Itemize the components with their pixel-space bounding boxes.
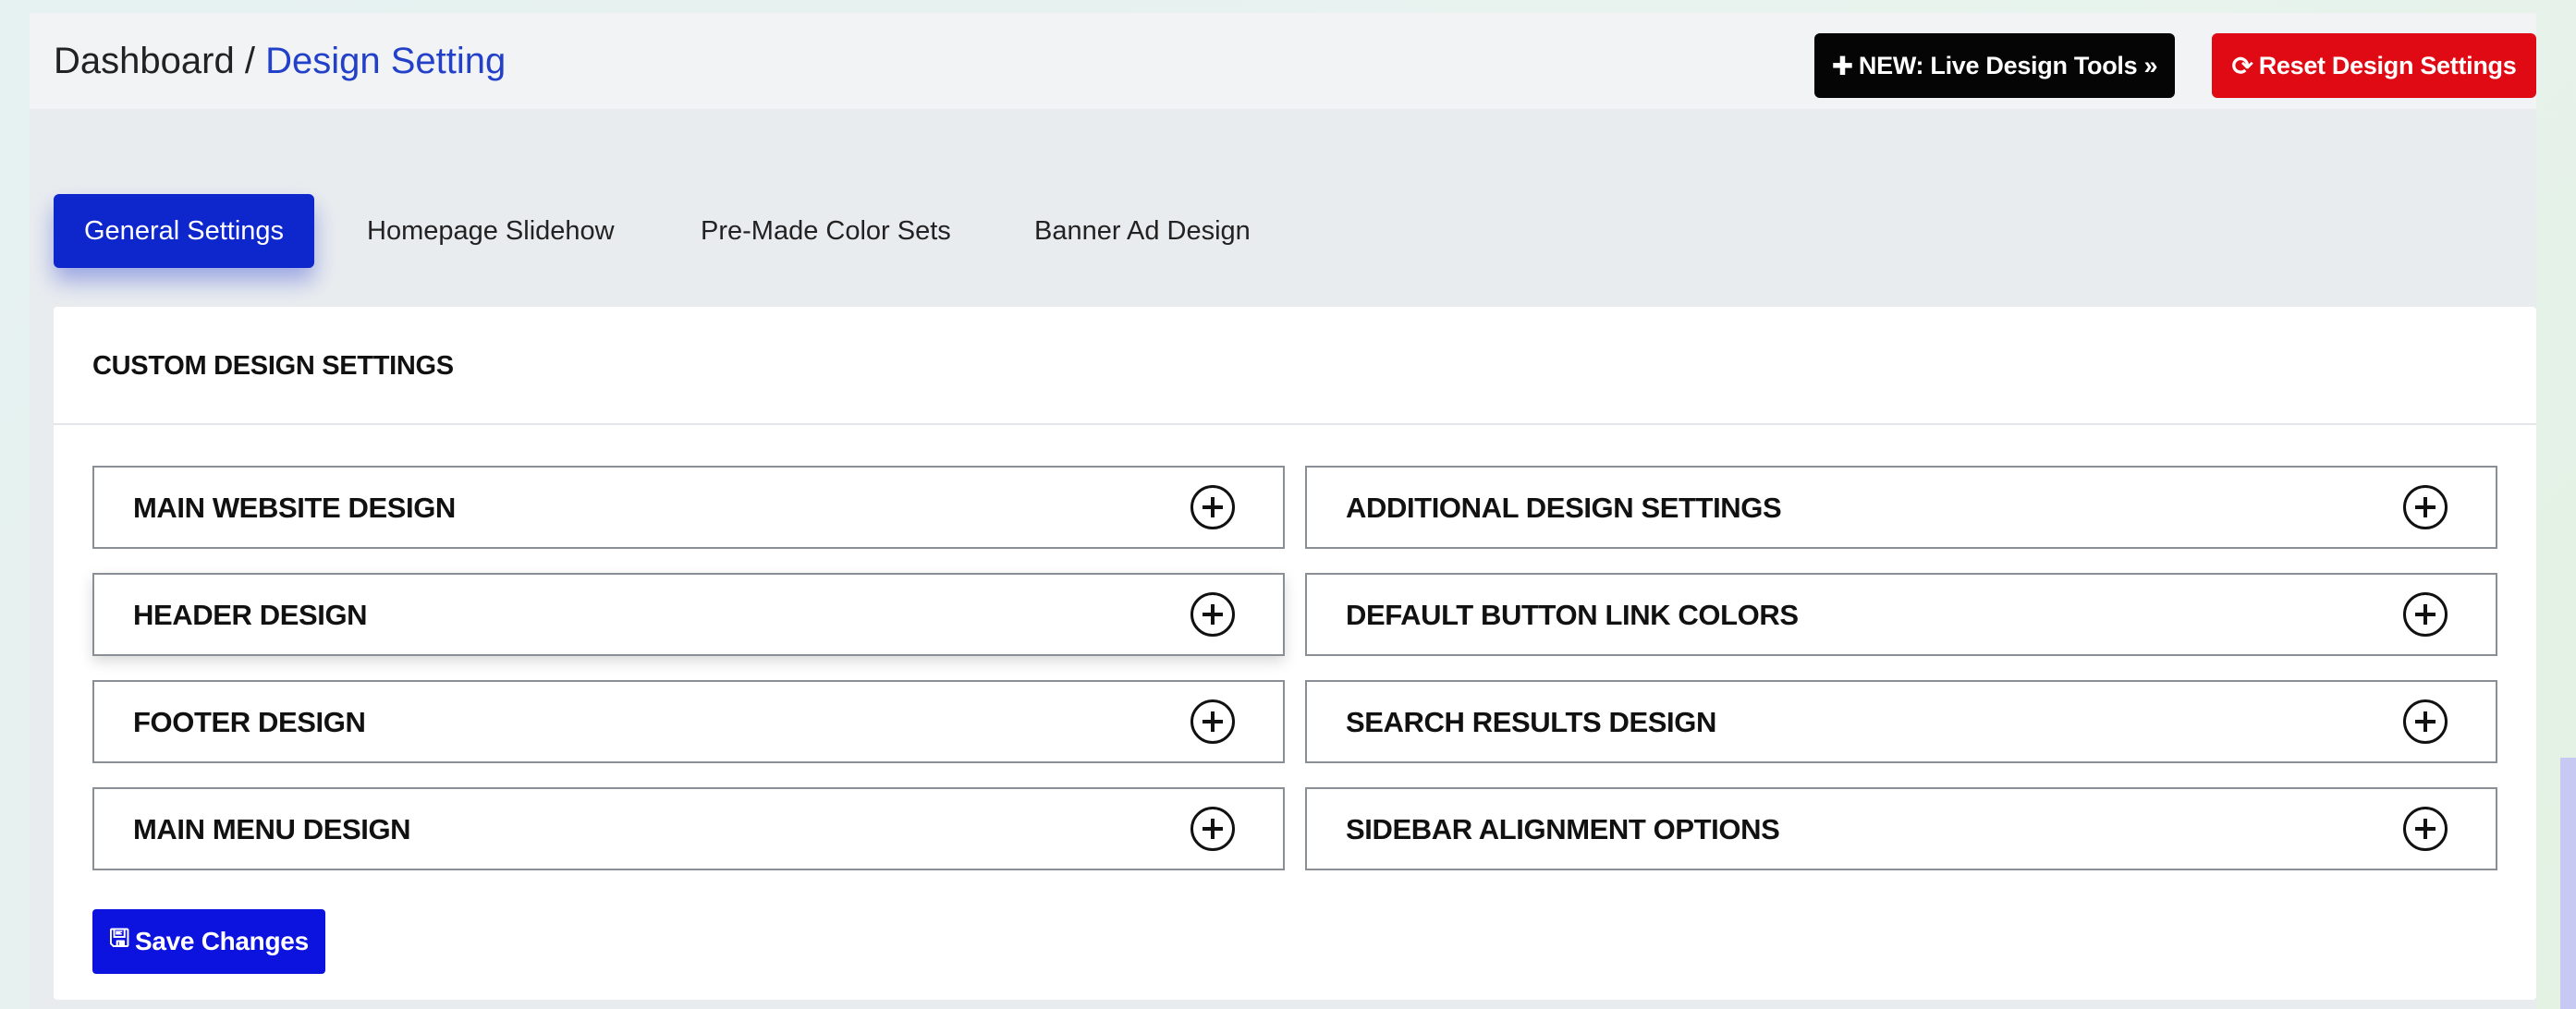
panel-default-button-link-colors[interactable]: DEFAULT BUTTON LINK COLORS xyxy=(1305,573,2497,656)
panel-label: SIDEBAR ALIGNMENT OPTIONS xyxy=(1346,813,1780,845)
panel-label: MAIN MENU DESIGN xyxy=(133,813,411,845)
custom-design-settings-card: CUSTOM DESIGN SETTINGS MAIN WEBSITE DESI… xyxy=(54,307,2536,1000)
panel-label: FOOTER DESIGN xyxy=(133,706,366,738)
expand-plus-icon[interactable] xyxy=(2403,485,2448,529)
reset-design-settings-button[interactable]: ⟳ Reset Design Settings xyxy=(2212,33,2536,98)
plus-icon: ✚ xyxy=(1831,51,1853,80)
background-edge-accent xyxy=(2560,758,2576,1009)
reset-design-settings-label: Reset Design Settings xyxy=(2258,51,2517,79)
expand-plus-icon[interactable] xyxy=(1190,592,1235,637)
expand-plus-icon[interactable] xyxy=(1190,485,1235,529)
save-changes-label: Save Changes xyxy=(135,927,309,955)
card-header: CUSTOM DESIGN SETTINGS xyxy=(54,307,2536,425)
expand-plus-icon[interactable] xyxy=(2403,592,2448,637)
panel-label: ADDITIONAL DESIGN SETTINGS xyxy=(1346,492,1782,524)
breadcrumb-current: Design Setting xyxy=(265,41,507,81)
tab-banner-ad-design[interactable]: Banner Ad Design xyxy=(1034,194,1251,268)
panel-label: MAIN WEBSITE DESIGN xyxy=(133,492,456,524)
panel-footer-design[interactable]: FOOTER DESIGN xyxy=(92,680,1285,763)
card-title: CUSTOM DESIGN SETTINGS xyxy=(92,351,454,381)
panel-search-results-design[interactable]: SEARCH RESULTS DESIGN xyxy=(1305,680,2497,763)
panel-label: SEARCH RESULTS DESIGN xyxy=(1346,706,1716,738)
top-bar: Dashboard / Design Setting ✚ NEW: Live D… xyxy=(30,13,2536,109)
panel-main-menu-design[interactable]: MAIN MENU DESIGN xyxy=(92,787,1285,870)
live-design-tools-button[interactable]: ✚ NEW: Live Design Tools » xyxy=(1814,33,2175,98)
expand-plus-icon[interactable] xyxy=(2403,699,2448,744)
expand-plus-icon[interactable] xyxy=(1190,807,1235,851)
floppy-disk-icon: 🖫 xyxy=(109,924,130,952)
panel-sidebar-alignment-options[interactable]: SIDEBAR ALIGNMENT OPTIONS xyxy=(1305,787,2497,870)
panel-label: HEADER DESIGN xyxy=(133,599,368,631)
expand-plus-icon[interactable] xyxy=(1190,699,1235,744)
panel-main-website-design[interactable]: MAIN WEBSITE DESIGN xyxy=(92,466,1285,549)
panel-label: DEFAULT BUTTON LINK COLORS xyxy=(1346,599,1799,631)
app-container: Dashboard / Design Setting ✚ NEW: Live D… xyxy=(30,13,2536,1009)
breadcrumb-root[interactable]: Dashboard xyxy=(54,41,235,81)
breadcrumb: Dashboard / Design Setting xyxy=(54,41,506,82)
refresh-icon: ⟳ xyxy=(2231,51,2253,80)
expand-plus-icon[interactable] xyxy=(2403,807,2448,851)
tab-general-settings[interactable]: General Settings xyxy=(54,194,315,268)
tab-homepage-slideshow[interactable]: Homepage Slidehow xyxy=(367,194,615,268)
breadcrumb-separator: / xyxy=(244,41,255,81)
tab-pre-made-color-sets[interactable]: Pre-Made Color Sets xyxy=(701,194,951,268)
save-changes-button[interactable]: 🖫 Save Changes xyxy=(92,909,325,974)
panel-additional-design-settings[interactable]: ADDITIONAL DESIGN SETTINGS xyxy=(1305,466,2497,549)
live-design-tools-label: NEW: Live Design Tools » xyxy=(1858,51,2158,79)
panel-header-design[interactable]: HEADER DESIGN xyxy=(92,573,1285,656)
